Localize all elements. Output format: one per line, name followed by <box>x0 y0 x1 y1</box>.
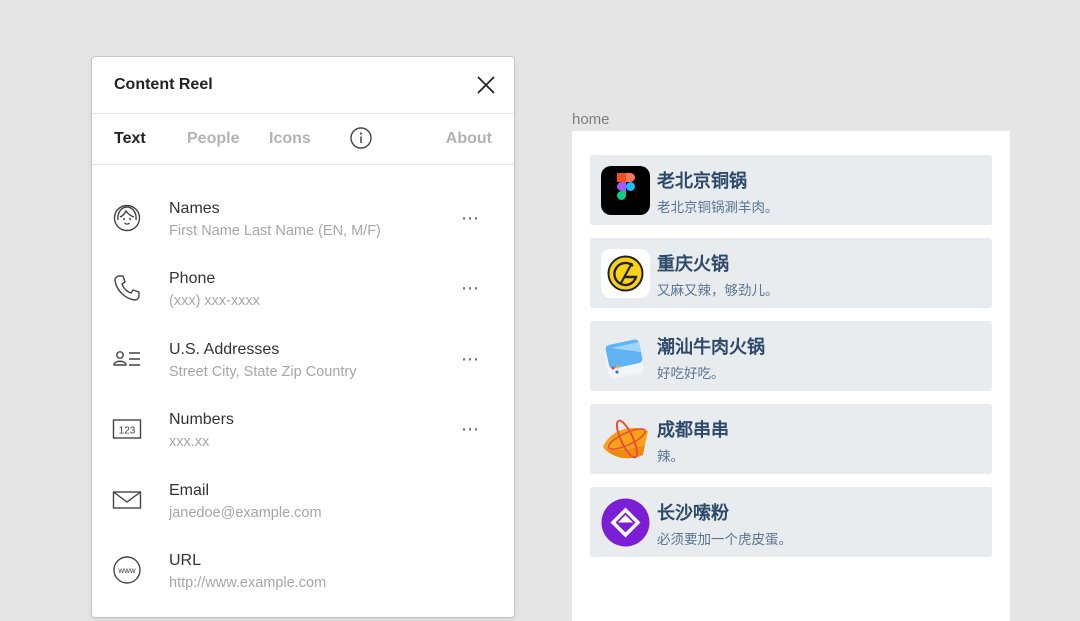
globe-icon-label: www <box>117 566 136 575</box>
card-item[interactable]: 潮汕牛肉火锅 好吃好吃。 <box>590 321 992 391</box>
item-name: U.S. Addresses <box>169 341 280 358</box>
card-title: 长沙嗦粉 <box>657 503 729 523</box>
info-tab[interactable] <box>350 127 372 149</box>
card-subtitle: 必须要加一个虎皮蛋。 <box>657 532 792 547</box>
card-item[interactable]: 成都串串 辣。 <box>590 404 992 474</box>
envelope-icon <box>111 484 143 516</box>
card-subtitle: 好吃好吃。 <box>657 366 725 381</box>
list-item-numbers[interactable]: 123 Numbers xxx.xx ⋯ <box>92 391 514 461</box>
item-description: http://www.example.com <box>169 575 327 591</box>
tab-bar: Text People Icons About <box>92 114 514 165</box>
list-item-addresses[interactable]: U.S. Addresses Street City, State Zip Co… <box>92 321 514 391</box>
home-frame[interactable]: 老北京铜锅 老北京铜锅涮羊肉。 重庆火锅 又麻又辣，够劲儿。 潮汕牛肉火锅 好吃… <box>572 131 1010 621</box>
card-subtitle: 辣。 <box>657 449 684 464</box>
close-icon <box>477 76 495 94</box>
blue-window-app-icon <box>601 332 650 381</box>
list-item-url[interactable]: www URL http://www.example.com <box>92 532 514 602</box>
list-item-phone[interactable]: Phone (xxx) xxx-xxxx ⋯ <box>92 250 514 320</box>
panel-title: Content Reel <box>114 76 213 93</box>
content-reel-panel: Content Reel Text People Icons About Nam… <box>92 57 514 617</box>
card-title: 成都串串 <box>657 420 729 440</box>
frame-label[interactable]: home <box>572 111 610 128</box>
panel-header: Content Reel <box>92 57 514 114</box>
card-subtitle: 老北京铜锅涮羊肉。 <box>657 200 779 215</box>
phone-icon <box>111 272 143 304</box>
tab-about[interactable]: About <box>446 130 492 148</box>
card-item[interactable]: 重庆火锅 又麻又辣，够劲儿。 <box>590 238 992 308</box>
address-card-icon <box>111 343 143 375</box>
list-item-email[interactable]: Email janedoe@example.com <box>92 462 514 532</box>
card-item[interactable]: 长沙嗦粉 必须要加一个虎皮蛋。 <box>590 487 992 557</box>
person-face-icon <box>111 202 143 234</box>
numbers-icon-label: 123 <box>119 426 136 437</box>
item-name: Names <box>169 200 220 217</box>
tab-text[interactable]: Text <box>114 130 146 148</box>
more-options-button[interactable]: ⋯ <box>456 417 486 441</box>
item-name: Numbers <box>169 411 234 428</box>
item-description: Street City, State Zip Country <box>169 364 357 380</box>
item-description: xxx.xx <box>169 434 210 450</box>
tab-people[interactable]: People <box>187 130 239 148</box>
item-description: (xxx) xxx-xxxx <box>169 293 261 309</box>
figma-logo-icon <box>601 166 650 215</box>
purple-diamond-app-icon <box>601 498 650 547</box>
item-name: URL <box>169 552 202 569</box>
card-subtitle: 又麻又辣，够劲儿。 <box>657 283 779 298</box>
numbers-icon: 123 <box>111 413 143 445</box>
card-title: 老北京铜锅 <box>657 171 747 191</box>
item-name: Phone <box>169 270 216 287</box>
tab-icons[interactable]: Icons <box>269 130 311 148</box>
item-description: First Name Last Name (EN, M/F) <box>169 223 381 239</box>
item-name: Email <box>169 482 210 499</box>
card-title: 潮汕牛肉火锅 <box>657 337 765 357</box>
info-icon <box>350 127 372 149</box>
globe-icon: www <box>111 554 143 586</box>
more-options-button[interactable]: ⋯ <box>456 347 486 371</box>
close-button[interactable] <box>472 71 500 99</box>
card-title: 重庆火锅 <box>657 254 729 274</box>
yellow-circle-logo-icon <box>601 249 650 298</box>
orange-atom-app-icon <box>601 415 650 464</box>
item-description: janedoe@example.com <box>169 505 322 521</box>
more-options-button[interactable]: ⋯ <box>456 206 486 230</box>
more-options-button[interactable]: ⋯ <box>456 276 486 300</box>
list-item-names[interactable]: Names First Name Last Name (EN, M/F) ⋯ <box>92 180 514 250</box>
card-item[interactable]: 老北京铜锅 老北京铜锅涮羊肉。 <box>590 155 992 225</box>
